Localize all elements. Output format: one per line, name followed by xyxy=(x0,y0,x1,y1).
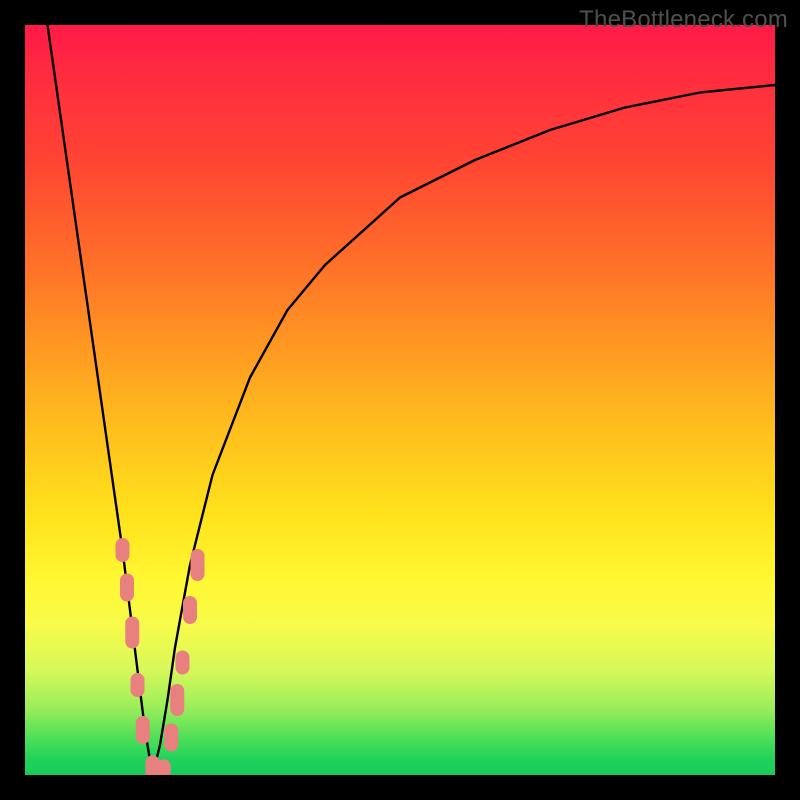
curve-marker xyxy=(120,574,134,602)
curve-marker xyxy=(157,759,171,775)
curve-marker xyxy=(191,549,205,581)
curve-marker xyxy=(116,538,130,562)
bottleneck-curve xyxy=(48,25,776,775)
curve-marker xyxy=(164,724,178,752)
watermark-text: TheBottleneck.com xyxy=(579,6,788,34)
curve-marker xyxy=(125,617,139,649)
curve-layer xyxy=(25,25,775,775)
curve-marker xyxy=(131,673,145,697)
curve-marker xyxy=(176,651,190,675)
curve-marker xyxy=(170,684,184,716)
curve-marker xyxy=(183,596,197,624)
curve-marker xyxy=(136,716,150,744)
chart-frame: TheBottleneck.com xyxy=(0,0,800,800)
plot-area xyxy=(25,25,775,775)
